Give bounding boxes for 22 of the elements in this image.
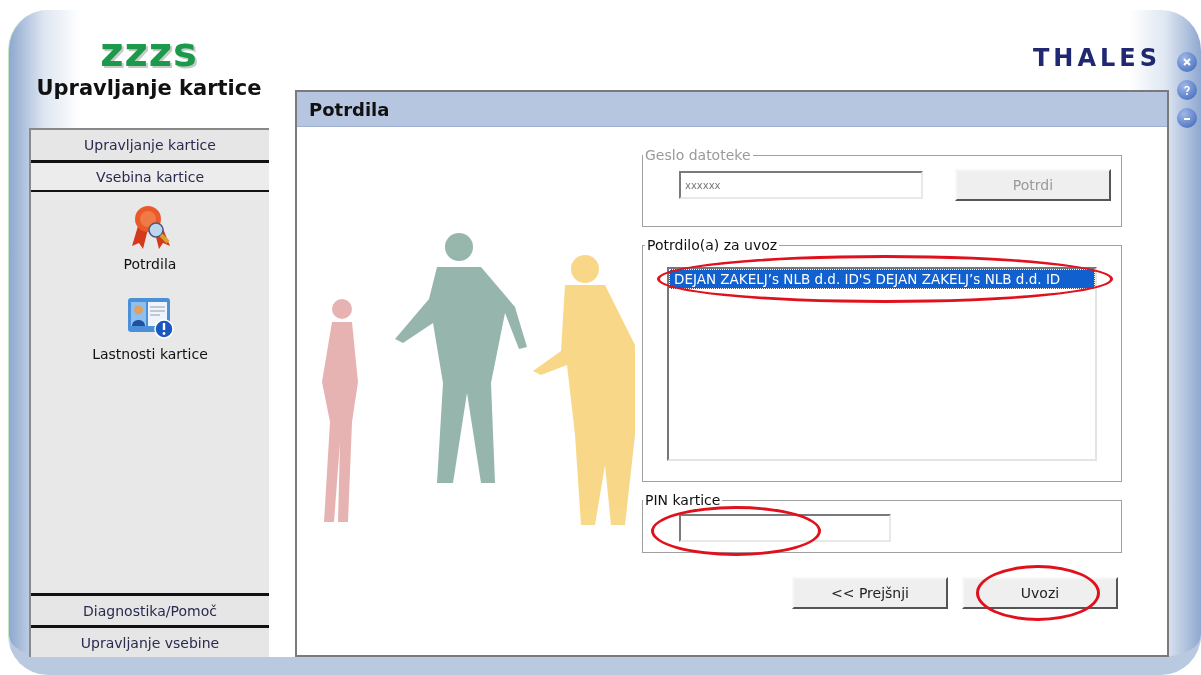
sidebar-section[interactable]: Vsebina kartice (31, 160, 269, 192)
close-icon (1181, 56, 1193, 68)
panel-title: Potrdila (309, 98, 390, 120)
import-button[interactable]: Uvozi (962, 577, 1118, 609)
sidebar-item[interactable]: Lastnosti kartice (92, 296, 208, 362)
id-card-icon (126, 296, 174, 340)
sidebar-item[interactable]: Potrdila (123, 204, 177, 272)
sidebar-item-label: Lastnosti kartice (92, 346, 208, 362)
minimize-button[interactable] (1177, 108, 1197, 128)
certificate-list-item[interactable]: DEJAN ZAKELJ’s NLB d.d. ID'S DEJAN ZAKELJ’s NLB d.d. ID (669, 269, 1095, 289)
back-button[interactable]: << Prejšnji (792, 577, 948, 609)
group-label: Potrdilo(a) za uvoz (646, 237, 779, 253)
logo: zzzs (100, 30, 198, 74)
pin-field[interactable] (679, 514, 891, 542)
close-button[interactable] (1177, 52, 1197, 72)
sidebar-item-label: Potrdila (123, 256, 177, 272)
vendor-logo: THALES (1032, 44, 1162, 72)
app-title: Upravljanje kartice (36, 76, 262, 100)
help-button[interactable] (1177, 80, 1197, 100)
question-mark-icon (1181, 84, 1193, 96)
group-label: Geslo datoteke (644, 147, 752, 163)
group-label: PIN kartice (644, 492, 722, 508)
